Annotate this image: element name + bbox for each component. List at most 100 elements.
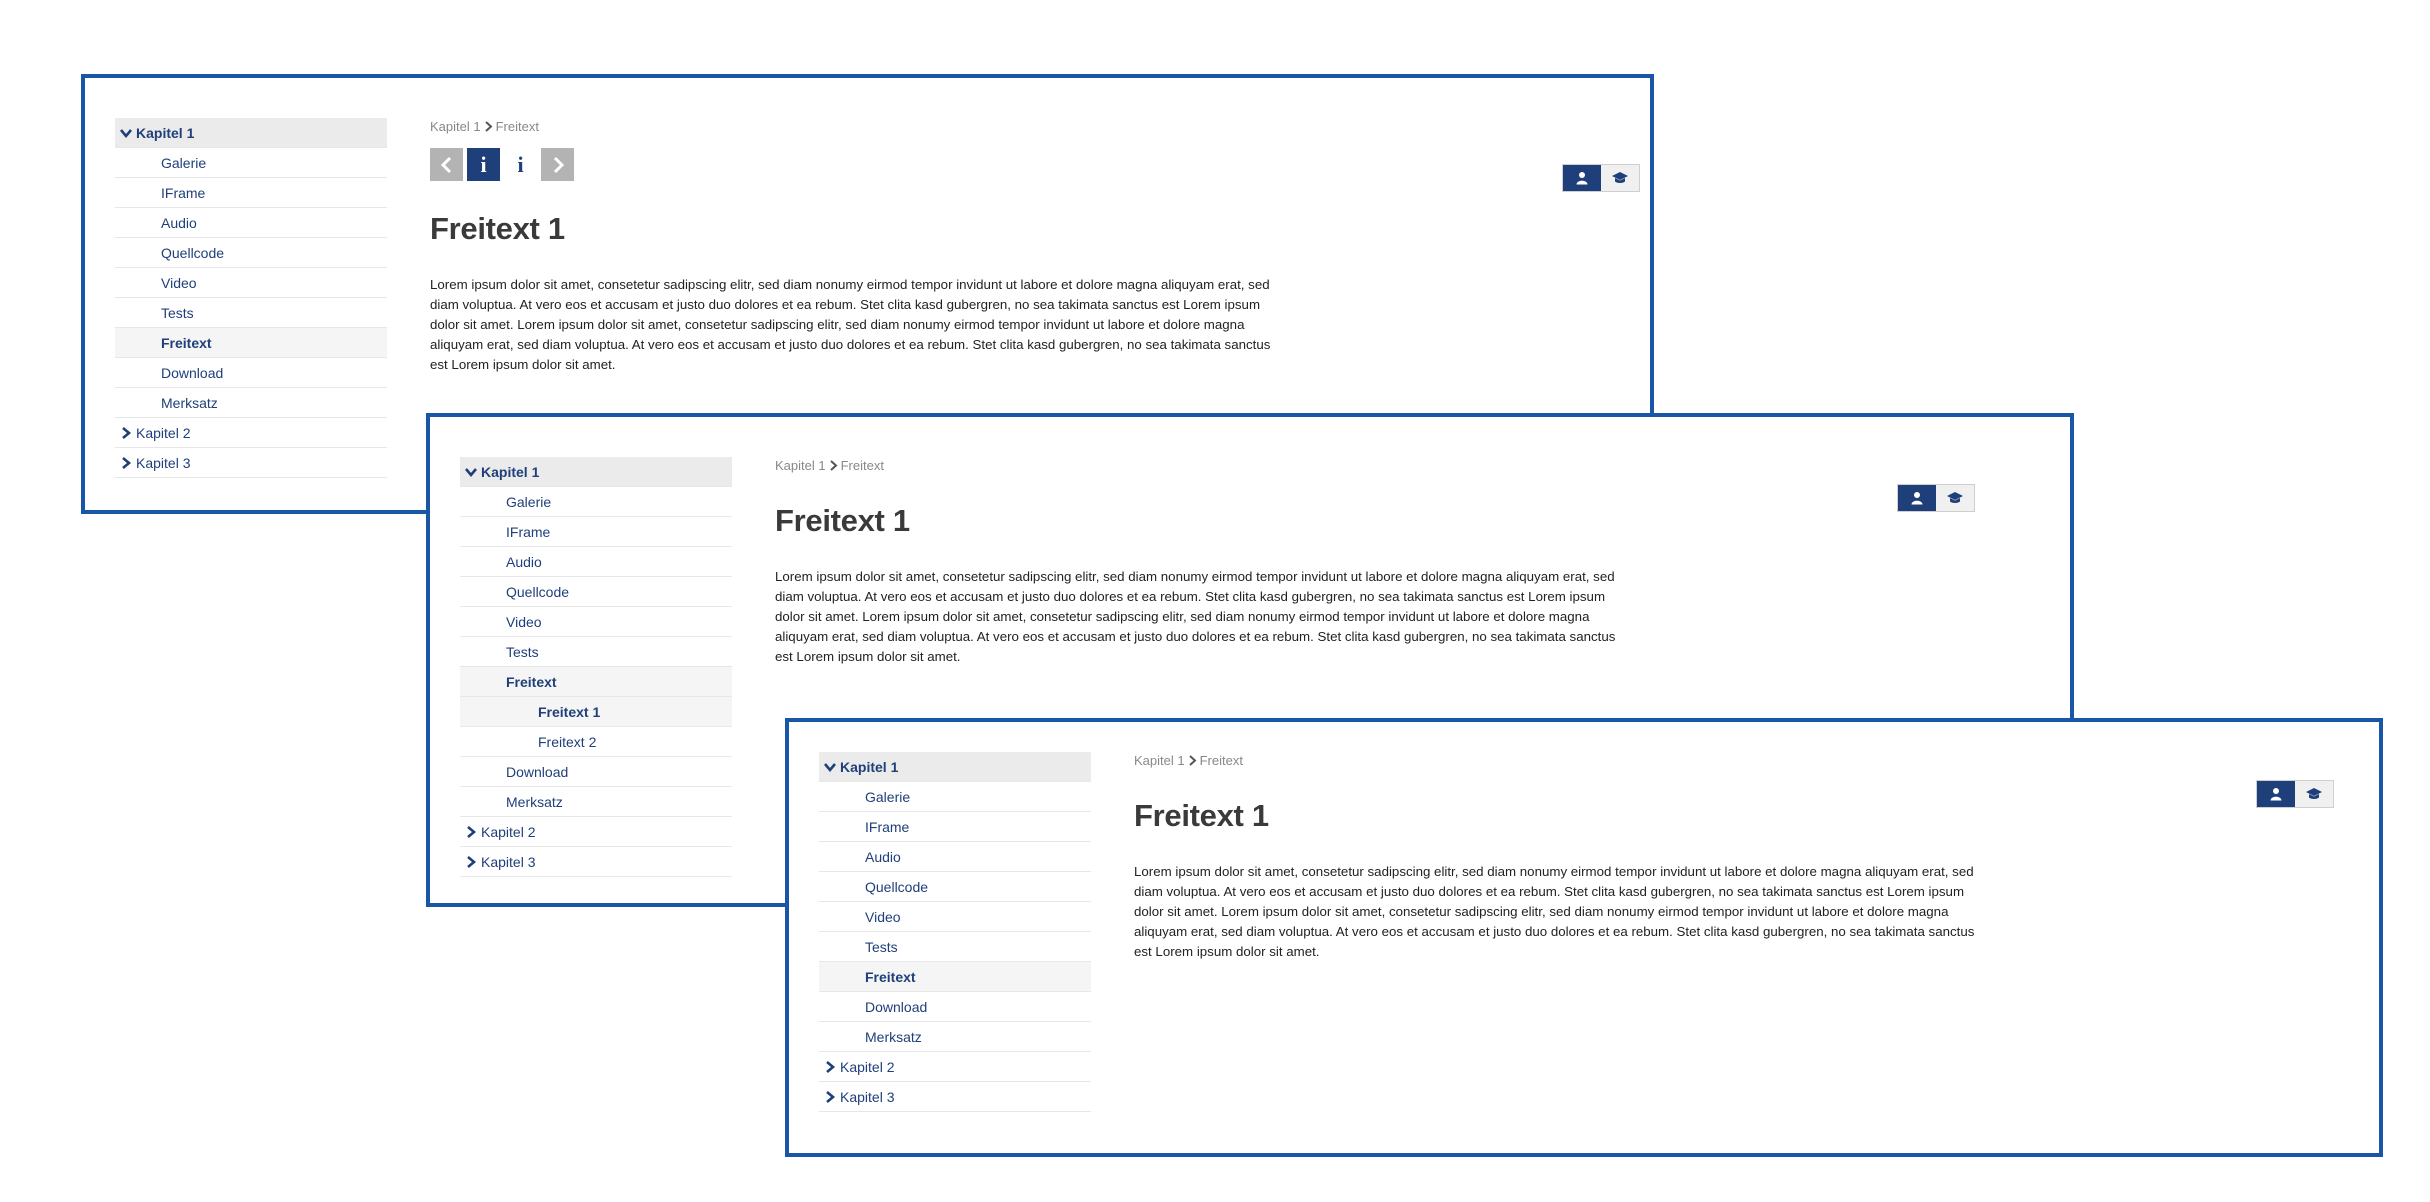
sidebar-item-kapitel-1[interactable]: Kapitel 1 [819,752,1091,782]
sidebar-item-label: Download [161,365,224,381]
sidebar-item-freitext[interactable]: Freitext [115,328,387,358]
page-title: Freitext 1 [430,211,565,246]
sidebar-item-label: Galerie [506,494,552,510]
chevron-right-icon [823,1090,837,1104]
sidebar-item-label: Merksatz [865,1029,922,1045]
info-button[interactable]: i [504,148,537,181]
chevron-right-icon [464,825,478,839]
breadcrumb: Kapitel 1 Freitext [775,457,2070,475]
sidebar-item-label: Tests [506,644,539,660]
chapter-sidebar: Kapitel 1 Galerie IFrame Audio Quellcode… [460,457,732,877]
sidebar-item-label: Galerie [161,155,207,171]
sidebar-item-download[interactable]: Download [460,757,732,787]
sidebar-item-kapitel-1[interactable]: Kapitel 1 [115,118,387,148]
sidebar-item-label: Kapitel 2 [840,1059,895,1075]
sidebar-item-download[interactable]: Download [819,992,1091,1022]
chevron-right-icon [553,156,564,173]
breadcrumb-link-kapitel-1[interactable]: Kapitel 1 [775,458,826,473]
info-button-active[interactable]: i [467,148,500,181]
sidebar-item-kapitel-3[interactable]: Kapitel 3 [115,448,387,478]
sidebar-item-kapitel-2[interactable]: Kapitel 2 [115,418,387,448]
teacher-role-button[interactable] [2295,781,2333,807]
sidebar-item-freitext-2[interactable]: Freitext 2 [460,727,732,757]
sidebar-item-quellcode[interactable]: Quellcode [460,577,732,607]
sidebar-item-freitext[interactable]: Freitext [819,962,1091,992]
sidebar-item-label: Galerie [865,789,911,805]
sidebar-item-kapitel-2[interactable]: Kapitel 2 [460,817,732,847]
sidebar-item-iframe[interactable]: IFrame [460,517,732,547]
sidebar-item-kapitel-1[interactable]: Kapitel 1 [460,457,732,487]
sidebar-item-iframe[interactable]: IFrame [819,812,1091,842]
sidebar-item-quellcode[interactable]: Quellcode [115,238,387,268]
sidebar-item-tests[interactable]: Tests [115,298,387,328]
sidebar-item-label: Kapitel 1 [840,759,899,775]
sidebar-item-tests[interactable]: Tests [819,932,1091,962]
sidebar-item-kapitel-3[interactable]: Kapitel 3 [460,847,732,877]
sidebar-item-label: Merksatz [506,794,563,810]
sidebar-item-download[interactable]: Download [115,358,387,388]
main-content: Kapitel 1 Freitext Freitext 1 Lorem ipsum… [1134,752,2379,975]
breadcrumb-link-kapitel-1[interactable]: Kapitel 1 [430,119,481,134]
chevron-down-icon [464,465,478,479]
sidebar-item-label: IFrame [506,524,551,540]
sidebar-item-audio[interactable]: Audio [115,208,387,238]
role-switch [2256,780,2334,808]
sidebar-item-label: Audio [865,849,901,865]
teacher-role-button[interactable] [1601,165,1639,191]
sidebar-item-audio[interactable]: Audio [460,547,732,577]
sidebar-item-label: Freitext 2 [538,734,597,750]
next-page-button[interactable] [541,148,574,181]
sidebar-item-label: Freitext [865,969,916,985]
sidebar-item-label: Freitext [161,335,212,351]
breadcrumb-current: Freitext [495,119,539,134]
sidebar-item-label: Freitext [506,674,557,690]
sidebar-item-iframe[interactable]: IFrame [115,178,387,208]
sidebar-item-freitext[interactable]: Freitext [460,667,732,697]
sidebar-item-label: Tests [865,939,898,955]
sidebar-item-label: Video [865,909,901,925]
sidebar-item-kapitel-2[interactable]: Kapitel 2 [819,1052,1091,1082]
chevron-right-icon [464,855,478,869]
chevron-left-icon [440,156,451,173]
learner-role-button[interactable] [2257,781,2295,807]
user-icon [2270,788,2282,801]
sidebar-item-freitext-1[interactable]: Freitext 1 [460,697,732,727]
sidebar-item-label: Kapitel 2 [481,824,536,840]
sidebar-item-quellcode[interactable]: Quellcode [819,872,1091,902]
sidebar-item-audio[interactable]: Audio [819,842,1091,872]
sidebar-item-video[interactable]: Video [460,607,732,637]
page-navigation: i i [430,148,1650,182]
sidebar-item-merksatz[interactable]: Merksatz [819,1022,1091,1052]
previous-page-button[interactable] [430,148,463,181]
role-switch [1897,484,1975,512]
breadcrumb-link-kapitel-1[interactable]: Kapitel 1 [1134,753,1185,768]
breadcrumb: Kapitel 1 Freitext [430,118,1650,136]
sidebar-item-video[interactable]: Video [819,902,1091,932]
sidebar-item-galerie[interactable]: Galerie [115,148,387,178]
sidebar-item-label: Kapitel 3 [840,1089,895,1105]
learner-role-button[interactable] [1563,165,1601,191]
sidebar-item-label: Tests [161,305,194,321]
info-icon: i [480,151,487,177]
graduation-cap-icon [1612,172,1628,183]
teacher-role-button[interactable] [1936,485,1974,511]
sidebar-item-merksatz[interactable]: Merksatz [115,388,387,418]
sidebar-item-galerie[interactable]: Galerie [819,782,1091,812]
chapter-sidebar: Kapitel 1 Galerie IFrame Audio Quellcode… [819,752,1091,1112]
main-content: Kapitel 1 Freitext Freitext 1 Lorem ipsum… [775,457,2070,680]
sidebar-item-label: Kapitel 1 [481,464,540,480]
sidebar-item-merksatz[interactable]: Merksatz [460,787,732,817]
breadcrumb-current: Freitext [1199,753,1243,768]
body-text: Lorem ipsum dolor sit amet, consetetur s… [775,569,1616,664]
sidebar-item-label: Audio [506,554,542,570]
sidebar-item-tests[interactable]: Tests [460,637,732,667]
sidebar-item-video[interactable]: Video [115,268,387,298]
sidebar-item-label: Download [506,764,569,780]
body-text: Lorem ipsum dolor sit amet, consetetur s… [1134,864,1975,959]
sidebar-item-galerie[interactable]: Galerie [460,487,732,517]
user-icon [1911,492,1923,505]
sidebar-item-label: Quellcode [506,584,570,600]
learner-role-button[interactable] [1898,485,1936,511]
sidebar-item-label: Freitext 1 [538,704,601,720]
sidebar-item-kapitel-3[interactable]: Kapitel 3 [819,1082,1091,1112]
